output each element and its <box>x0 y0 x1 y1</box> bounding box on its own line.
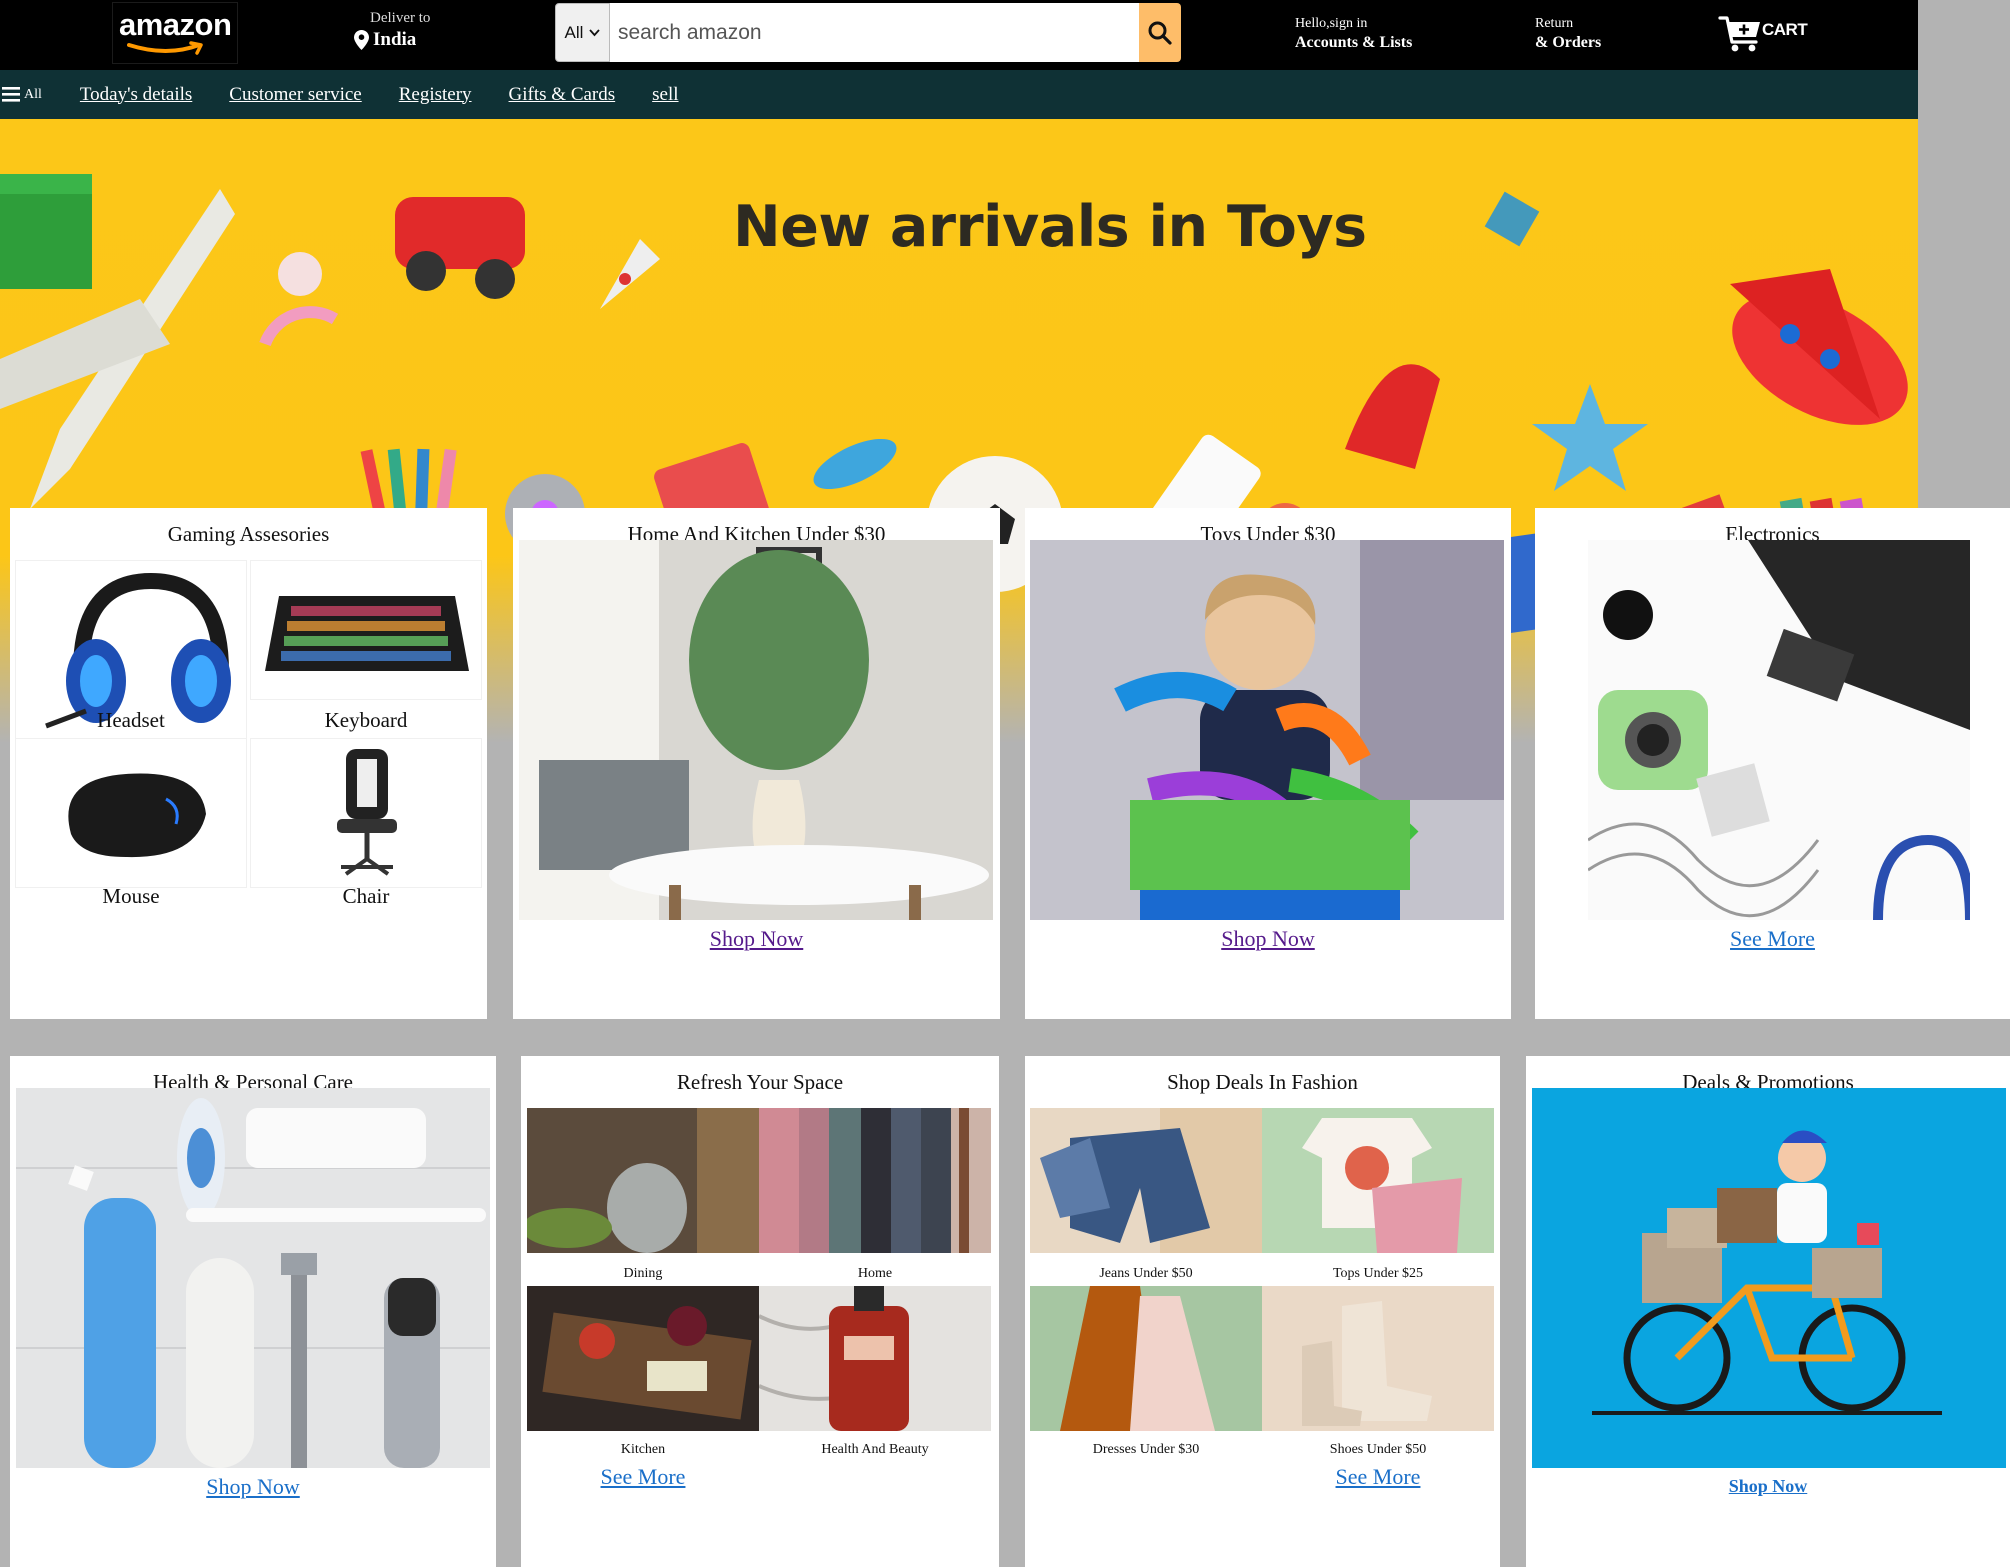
card-gaming-accessories: Gaming Assesories Headset Keyboard Mouse <box>10 508 487 1019</box>
child-playing-image <box>1030 540 1504 920</box>
toys-image[interactable] <box>1030 540 1504 920</box>
tops-photo <box>1262 1108 1494 1253</box>
dresses-image[interactable] <box>1030 1286 1262 1431</box>
shop-now-link[interactable]: Shop Now <box>1526 1476 2010 1497</box>
search-button[interactable] <box>1139 3 1181 62</box>
card-deals-promotions: Deals & Promotions Shop Now <box>1526 1056 2010 1567</box>
chair-thumb[interactable] <box>250 738 482 888</box>
laptop-camera-image <box>1588 540 1970 920</box>
kitchen-image[interactable] <box>527 1286 759 1431</box>
dresses-photo <box>1030 1286 1262 1431</box>
nav-link-registry[interactable]: Registery <box>399 84 472 106</box>
tops-image[interactable] <box>1262 1108 1494 1253</box>
hamburger-menu-icon <box>2 87 20 102</box>
home-image[interactable] <box>759 1108 991 1253</box>
shop-now-link[interactable]: Shop Now <box>10 1474 496 1500</box>
electronics-image[interactable] <box>1588 540 1970 920</box>
top-navbar: amazon Deliver to India All H <box>0 0 1918 70</box>
see-more-link[interactable]: See More <box>1535 926 2010 952</box>
card-home-kitchen: Home And Kitchen Under $30 Shop Now <box>513 508 1000 1019</box>
cart-button[interactable]: CART <box>1718 12 1808 54</box>
mouse-thumb[interactable] <box>15 738 247 888</box>
personal-care-image <box>16 1088 490 1468</box>
shop-now-link[interactable]: Shop Now <box>1025 926 1511 952</box>
account-greeting: Hello,sign in <box>1295 16 1368 31</box>
all-menu-label: All <box>24 86 42 102</box>
orders-label: & Orders <box>1535 34 1602 51</box>
card-fashion-deals: Shop Deals In Fashion Jeans Under $50 To… <box>1025 1056 1500 1567</box>
search-icon <box>1148 21 1172 45</box>
search-category-select[interactable]: All <box>555 3 610 62</box>
search-input[interactable] <box>610 3 1139 62</box>
shoes-image[interactable] <box>1262 1286 1494 1431</box>
hero-title: New arrivals in Toys <box>733 194 1367 260</box>
jeans-photo <box>1030 1108 1262 1253</box>
label-dresses[interactable]: Dresses Under $30 <box>1030 1442 1262 1458</box>
see-more-link[interactable]: See More <box>1262 1464 1494 1490</box>
shop-now-link[interactable]: Shop Now <box>513 926 1000 952</box>
plant-vase-image <box>519 540 989 920</box>
label-dining[interactable]: Dining <box>527 1266 759 1282</box>
see-more-link[interactable]: See More <box>527 1464 759 1490</box>
label-keyboard[interactable]: Keyboard <box>250 708 482 733</box>
card-toys: Toys Under $30 Shop Now <box>1025 508 1511 1019</box>
deliver-location: India <box>373 29 417 50</box>
dining-photo <box>527 1108 759 1253</box>
smile-arrow-icon <box>127 41 203 55</box>
account-label: Accounts & Lists <box>1295 34 1413 51</box>
health-beauty-photo <box>759 1286 991 1431</box>
cart-label: CART <box>1762 20 1808 39</box>
deliver-label: Deliver to <box>370 10 431 26</box>
search-category-label: All <box>564 22 584 42</box>
sub-navbar: All Today's details Customer service Reg… <box>0 70 1918 119</box>
card-electronics: Electronics See More <box>1535 508 2010 1019</box>
card-title: Gaming Assesories <box>167 522 330 546</box>
nav-link-todays-deals[interactable]: Today's details <box>80 84 192 106</box>
home-photo <box>759 1108 991 1253</box>
home-kitchen-image[interactable] <box>519 540 993 920</box>
returns-label: Return <box>1535 16 1574 31</box>
health-image[interactable] <box>16 1088 490 1468</box>
amazon-logo[interactable]: amazon <box>112 2 238 64</box>
returns-orders[interactable]: Return & Orders <box>1535 16 1601 52</box>
dining-image[interactable] <box>527 1108 759 1253</box>
cart-icon <box>1718 16 1760 52</box>
delivery-bike-illustration <box>1592 1130 1942 1415</box>
label-headset[interactable]: Headset <box>15 708 247 733</box>
card-title: Shop Deals In Fashion <box>1167 1070 1358 1094</box>
label-tops[interactable]: Tops Under $25 <box>1262 1266 1494 1282</box>
nav-link-sell[interactable]: sell <box>652 84 678 106</box>
label-mouse[interactable]: Mouse <box>15 884 247 909</box>
location-pin-icon <box>354 30 369 50</box>
label-kitchen[interactable]: Kitchen <box>527 1442 759 1458</box>
kitchen-photo <box>527 1286 759 1431</box>
health-beauty-image[interactable] <box>759 1286 991 1431</box>
search-bar: All <box>555 3 1181 62</box>
keyboard-image <box>265 596 469 671</box>
mouse-image <box>68 773 206 858</box>
shoes-photo <box>1262 1286 1494 1431</box>
card-refresh-your-space: Refresh Your Space Dining Home Kitchen H… <box>521 1056 999 1567</box>
logo-text: amazon <box>119 7 232 42</box>
label-health-beauty[interactable]: Health And Beauty <box>759 1442 991 1458</box>
nav-link-gifts-cards[interactable]: Gifts & Cards <box>509 84 616 106</box>
label-shoes[interactable]: Shoes Under $50 <box>1262 1442 1494 1458</box>
label-chair[interactable]: Chair <box>250 884 482 909</box>
label-jeans[interactable]: Jeans Under $50 <box>1030 1266 1262 1282</box>
keyboard-thumb[interactable] <box>250 560 482 700</box>
label-home[interactable]: Home <box>759 1266 991 1282</box>
chevron-down-icon <box>589 28 601 36</box>
account-lists[interactable]: Hello,sign in Accounts & Lists <box>1295 16 1412 52</box>
card-title: Refresh Your Space <box>676 1070 844 1094</box>
all-menu-button[interactable]: All <box>2 87 42 103</box>
deals-image[interactable] <box>1532 1088 2006 1468</box>
deliver-to[interactable]: Deliver to India <box>354 10 430 51</box>
nav-link-customer-service[interactable]: Customer service <box>229 84 361 106</box>
chair-image <box>337 749 397 876</box>
jeans-image[interactable] <box>1030 1108 1262 1253</box>
card-health-personal-care: Health & Personal Care Shop Now <box>10 1056 496 1567</box>
